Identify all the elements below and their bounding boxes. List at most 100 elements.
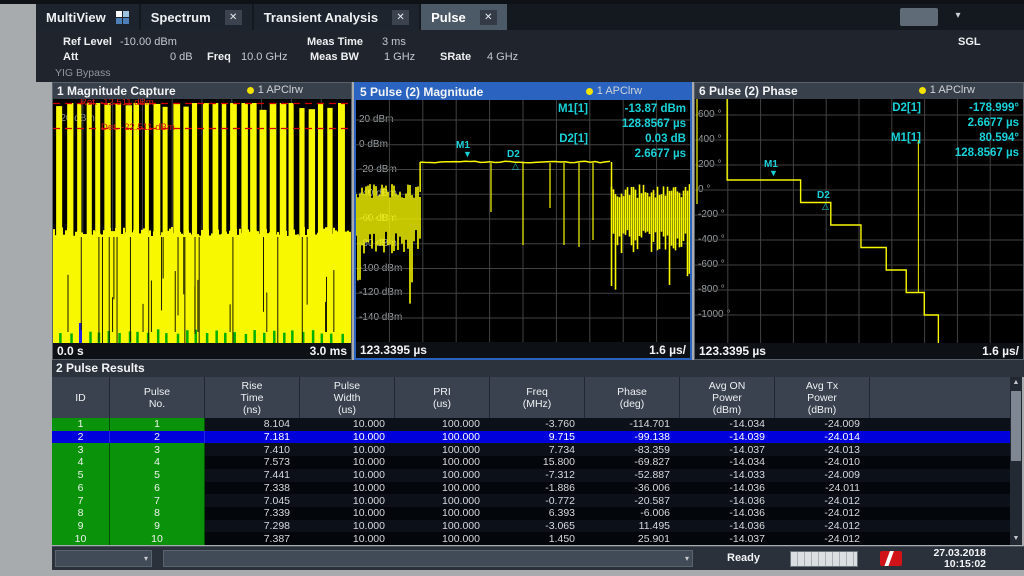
cell: 1: [52, 418, 110, 431]
marker-value: 2.6677 µs: [921, 116, 1019, 131]
chevron-down-icon: ▾: [144, 554, 148, 564]
marker-d2-icon[interactable]: △: [512, 162, 519, 171]
ref-level-value: -10.00 dBm: [120, 36, 177, 48]
cell: 8.104: [205, 418, 300, 431]
cell: -14.036: [680, 494, 775, 507]
table-row-10[interactable]: 10107.38710.000100.0001.45025.901-14.037…: [52, 532, 1010, 545]
column-header-line: (dBm): [713, 404, 742, 416]
cell-spacer: [870, 456, 1010, 469]
x-axis-start: 123.3395 µs: [360, 343, 427, 357]
marker-d2-flag[interactable]: D2: [817, 190, 830, 201]
cell: 2: [110, 431, 205, 444]
panel-pulse-phase[interactable]: 6 Pulse (2) Phase 1 APClrw D2[1]-178.999…: [694, 82, 1024, 360]
panel-title: 1 Magnitude Capture: [53, 84, 176, 98]
column-header-avg-on[interactable]: Avg ONPower(dBm): [680, 377, 775, 418]
scroll-up-icon[interactable]: ▲: [1010, 377, 1022, 389]
marker-m1-icon[interactable]: ▼: [769, 169, 778, 178]
panel-pulse-magnitude-header[interactable]: 5 Pulse (2) Magnitude 1 APClrw: [356, 84, 690, 100]
table-row-9[interactable]: 997.29810.000100.000-3.06511.495-14.036-…: [52, 520, 1010, 533]
close-icon[interactable]: ✕: [225, 10, 242, 25]
close-icon[interactable]: ✕: [392, 10, 409, 25]
status-bar: ▾ ▾ Ready 27.03.2018 10:15:02: [52, 546, 1024, 570]
tab-multiview[interactable]: MultiView: [36, 4, 139, 30]
marker-d2-icon[interactable]: △: [822, 202, 829, 211]
marker-m1-icon[interactable]: ▼: [463, 150, 472, 159]
cell-spacer: [870, 532, 1010, 545]
cell: -114.701: [585, 418, 680, 431]
cell: -7.312: [490, 469, 585, 482]
column-header-line: (dBm): [808, 404, 837, 416]
trace-mode-label: 1 APClrw: [258, 84, 303, 96]
cell: 4: [52, 456, 110, 469]
column-header-pri[interactable]: PRI(us): [395, 377, 490, 418]
cell: 10.000: [300, 469, 395, 482]
tab-spectrum[interactable]: Spectrum ✕: [141, 4, 252, 30]
cell: -3.065: [490, 520, 585, 533]
cell: 9: [110, 520, 205, 533]
column-header-spacer[interactable]: [870, 377, 1010, 418]
table-row-1[interactable]: 118.10410.000100.000-3.760-114.701-14.03…: [52, 418, 1010, 431]
table-row-6[interactable]: 667.33810.000100.000-1.886-36.006-14.036…: [52, 482, 1010, 495]
panel-magnitude-capture-header[interactable]: 1 Magnitude Capture 1 APClrw: [53, 83, 351, 99]
panel-magnitude-capture[interactable]: 1 Magnitude Capture 1 APClrw -20 dBm Ref…: [52, 82, 352, 360]
cell: 9.715: [490, 431, 585, 444]
det-line-label: Det. -22.511 dBm: [101, 122, 175, 133]
cell: 100.000: [395, 418, 490, 431]
cell-spacer: [870, 469, 1010, 482]
tab-pulse-label: Pulse: [431, 10, 466, 25]
cell: -14.037: [680, 532, 775, 545]
statusbar-dropdown-left[interactable]: ▾: [55, 550, 152, 567]
tab-transient-analysis[interactable]: Transient Analysis ✕: [254, 4, 419, 30]
marker-value: 80.594°: [921, 131, 1019, 146]
column-header-pulse[interactable]: PulseNo.: [110, 377, 205, 418]
column-header-id[interactable]: ID: [52, 377, 110, 418]
table-row-2[interactable]: 227.18110.000100.0009.715-99.138-14.039-…: [52, 431, 1010, 444]
tab-spectrum-label: Spectrum: [151, 10, 211, 25]
table-row-8[interactable]: 887.33910.000100.0006.393-6.006-14.036-2…: [52, 507, 1010, 520]
close-icon[interactable]: ✕: [480, 10, 497, 25]
column-header-avg-tx[interactable]: Avg TxPower(dBm): [775, 377, 870, 418]
x-axis-bar: 123.3395 µs 1.6 µs/: [695, 343, 1023, 359]
column-header-line: (deg): [620, 398, 645, 410]
marker-value: 2.6677 µs: [588, 147, 686, 162]
scrollbar-thumb[interactable]: [1011, 391, 1021, 461]
cell: -14.036: [680, 520, 775, 533]
column-header-freq[interactable]: Freq(MHz): [490, 377, 585, 418]
tabbar-blank-button[interactable]: [900, 8, 938, 26]
tabbar-dropdown-icon[interactable]: ▾: [950, 8, 966, 24]
magnitude-capture-plot[interactable]: -20 dBm Ref. -12.511 dBm Det. -22.511 dB…: [53, 99, 351, 343]
table-row-4[interactable]: 447.57310.000100.00015.800-69.827-14.034…: [52, 456, 1010, 469]
table-scrollbar[interactable]: ▲ ▼: [1010, 377, 1022, 545]
marker-d2-flag[interactable]: D2: [507, 149, 520, 160]
pulse-magnitude-plot[interactable]: M1[1]-13.87 dBm 128.8567 µs D2[1]0.03 dB…: [356, 100, 690, 342]
meas-time-value: 3 ms: [382, 36, 406, 48]
cell: -24.012: [775, 520, 870, 533]
statusbar-message-dropdown[interactable]: ▾: [163, 550, 693, 567]
table-row-7[interactable]: 777.04510.000100.000-0.772-20.587-14.036…: [52, 494, 1010, 507]
cell-spacer: [870, 494, 1010, 507]
panel-pulse-magnitude[interactable]: 5 Pulse (2) Magnitude 1 APClrw M1[1]-13.…: [354, 82, 692, 360]
multiview-grid-icon: [116, 11, 129, 24]
grid-icon-cell: [116, 18, 122, 24]
cell-spacer: [870, 507, 1010, 520]
scroll-down-icon[interactable]: ▼: [1010, 533, 1022, 545]
cell: -14.036: [680, 507, 775, 520]
column-header-rise[interactable]: RiseTime(ns): [205, 377, 300, 418]
marker-name: D2[1]: [859, 101, 921, 116]
tab-pulse[interactable]: Pulse ✕: [421, 4, 507, 30]
cell: -24.011: [775, 482, 870, 495]
cell: 100.000: [395, 456, 490, 469]
trace-dot-icon: [586, 88, 593, 95]
cell: 10: [52, 532, 110, 545]
table-row-3[interactable]: 337.41010.000100.0007.734-83.359-14.037-…: [52, 443, 1010, 456]
cell: -24.014: [775, 431, 870, 444]
pulse-phase-plot[interactable]: D2[1]-178.999° 2.6677 µs M1[1]80.594° 12…: [695, 99, 1023, 343]
column-header-line: PRI: [433, 386, 451, 398]
table-row-5[interactable]: 557.44110.000100.000-7.312-52.887-14.033…: [52, 469, 1010, 482]
column-header-pulse[interactable]: PulseWidth(us): [300, 377, 395, 418]
cell: 6.393: [490, 507, 585, 520]
column-header-phase[interactable]: Phase(deg): [585, 377, 680, 418]
cell: 10.000: [300, 482, 395, 495]
cell: -52.887: [585, 469, 680, 482]
panel-pulse-phase-header[interactable]: 6 Pulse (2) Phase 1 APClrw: [695, 83, 1023, 99]
